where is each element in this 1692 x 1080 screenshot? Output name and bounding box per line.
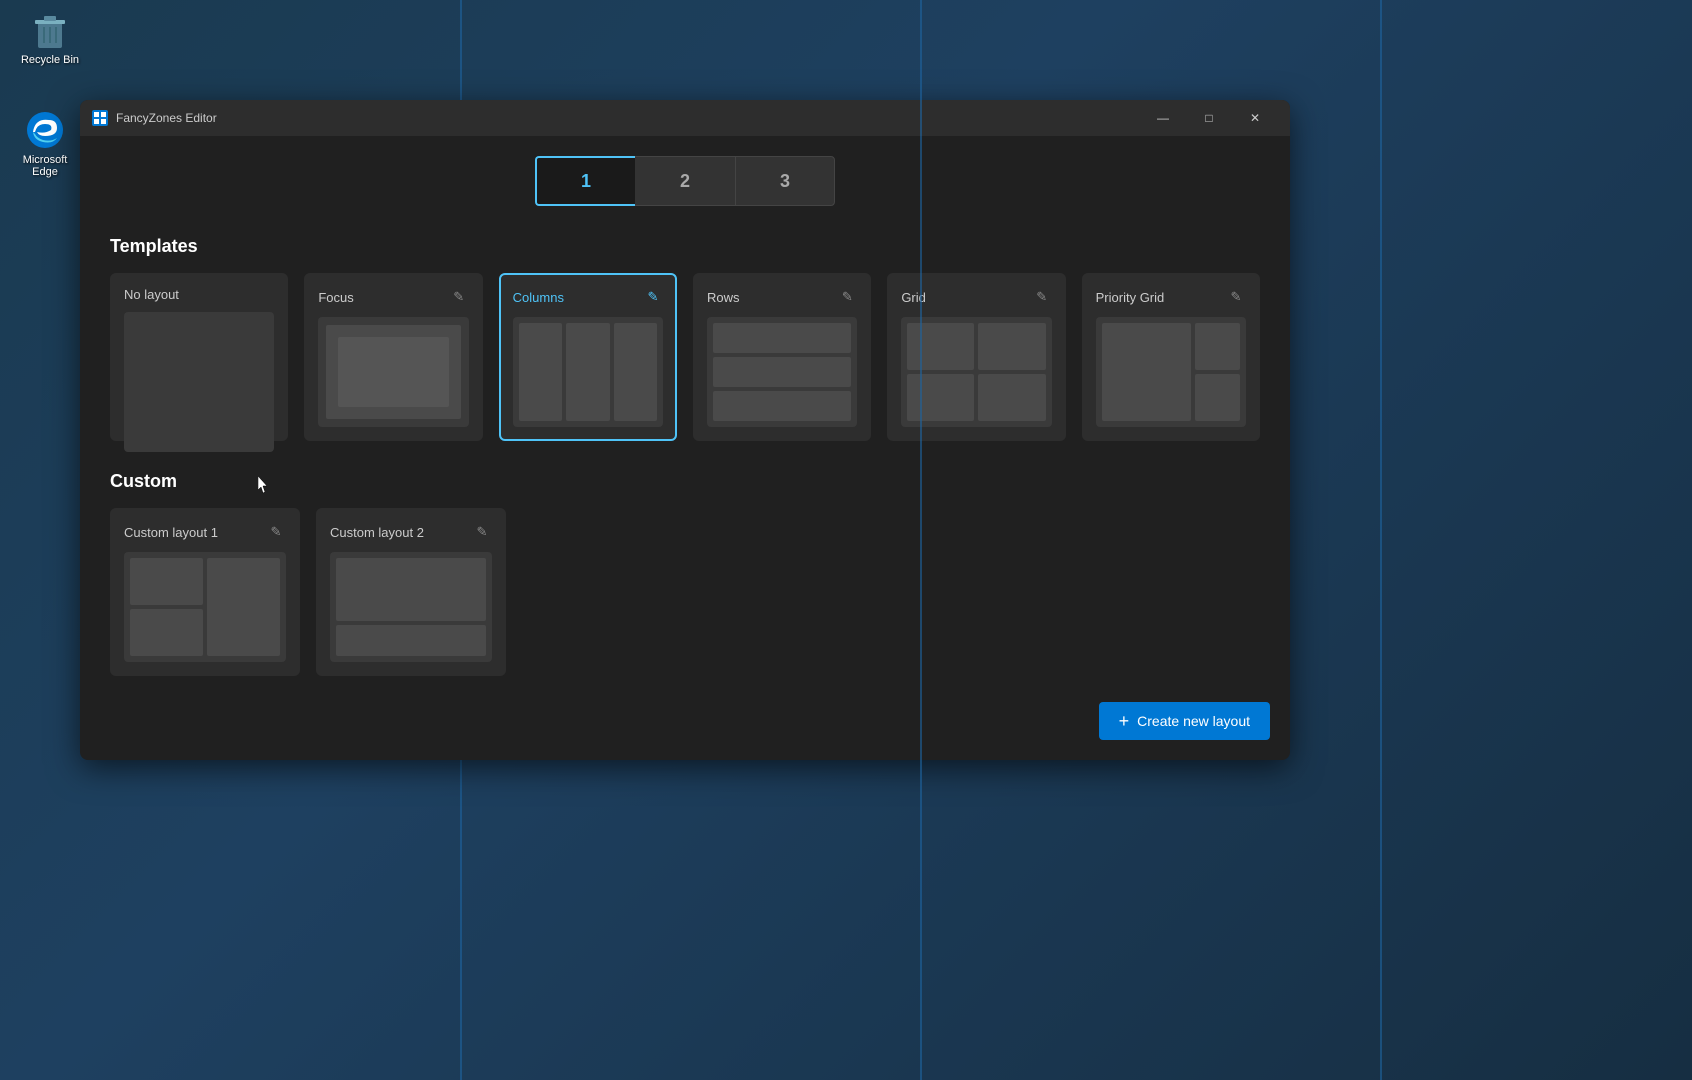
focus-edit-icon[interactable]: ✎	[449, 287, 469, 307]
col-zone-2	[566, 323, 609, 421]
columns-card[interactable]: Columns ✎	[499, 273, 677, 441]
focus-card[interactable]: Focus ✎	[304, 273, 482, 441]
custom2-header: Custom layout 2 ✎	[330, 522, 492, 542]
no-layout-header: No layout	[124, 287, 274, 302]
grid-title: Grid	[901, 290, 926, 305]
edge-label: Microsoft Edge	[23, 154, 68, 178]
templates-grid: No layout Focus ✎	[110, 273, 1260, 441]
focus-header: Focus ✎	[318, 287, 468, 307]
custom1-edit-icon[interactable]: ✎	[266, 522, 286, 542]
columns-visual	[513, 317, 663, 427]
monitor-selector: 1 2 3	[110, 156, 1260, 206]
focus-inner-zone	[338, 337, 448, 407]
restore-button[interactable]: □	[1186, 100, 1232, 136]
recycle-bin-image	[30, 10, 70, 50]
grid-zone-2	[978, 323, 1045, 370]
desktop: Recycle Bin Microsoft Edge FancyZones Ed…	[0, 0, 1692, 1080]
fancyzones-window: FancyZones Editor — □ ✕ 1 2 3	[80, 100, 1290, 760]
desktop-divider	[1380, 0, 1382, 1080]
custom2-title: Custom layout 2	[330, 525, 424, 540]
title-bar: FancyZones Editor — □ ✕	[80, 100, 1290, 136]
col-zone-3	[614, 323, 657, 421]
create-new-layout-button[interactable]: + Create new layout	[1099, 702, 1270, 740]
recycle-bin-icon[interactable]: Recycle Bin	[10, 10, 90, 66]
columns-title: Columns	[513, 290, 564, 305]
custom1-zone-tl	[130, 558, 203, 605]
priority-grid-edit-icon[interactable]: ✎	[1226, 287, 1246, 307]
focus-preview	[318, 317, 468, 427]
custom1-header: Custom layout 1 ✎	[124, 522, 286, 542]
no-layout-card[interactable]: No layout	[110, 273, 288, 441]
focus-visual	[318, 317, 468, 427]
close-button[interactable]: ✕	[1232, 100, 1278, 136]
create-plus-icon: +	[1119, 712, 1130, 730]
edge-image	[25, 110, 65, 150]
row-zone-3	[713, 391, 851, 421]
monitor-1-button[interactable]: 1	[535, 156, 635, 206]
custom-layout-2-card[interactable]: Custom layout 2 ✎	[316, 508, 506, 676]
columns-preview	[513, 317, 663, 427]
custom-layout-1-card[interactable]: Custom layout 1 ✎	[110, 508, 300, 676]
grid-edit-icon[interactable]: ✎	[1032, 287, 1052, 307]
rows-title: Rows	[707, 290, 740, 305]
rows-card[interactable]: Rows ✎	[693, 273, 871, 441]
columns-header: Columns ✎	[513, 287, 663, 307]
custom1-preview	[124, 552, 286, 662]
priority-grid-preview	[1096, 317, 1246, 427]
grid-zone-1	[907, 323, 974, 370]
grid-zone-4	[978, 374, 1045, 421]
custom-grid: Custom layout 1 ✎ Custom layout 2	[110, 508, 1260, 676]
priority-grid-header: Priority Grid ✎	[1096, 287, 1246, 307]
custom-section-title: Custom	[110, 471, 1260, 492]
window-controls: — □ ✕	[1140, 100, 1278, 136]
monitor-3-button[interactable]: 3	[735, 156, 835, 206]
templates-section-title: Templates	[110, 236, 1260, 257]
recycle-bin-label: Recycle Bin	[21, 54, 79, 66]
rows-preview	[707, 317, 857, 427]
priority-side-zone-2	[1195, 374, 1240, 421]
focus-title: Focus	[318, 290, 353, 305]
rows-edit-icon[interactable]: ✎	[837, 287, 857, 307]
create-button-label: Create new layout	[1137, 713, 1250, 729]
main-content: 1 2 3 Templates No layout	[80, 136, 1290, 760]
custom2-zone-bottom	[336, 625, 486, 656]
grid-header: Grid ✎	[901, 287, 1051, 307]
custom1-zone-bl	[130, 609, 203, 656]
grid-zone-3	[907, 374, 974, 421]
custom2-preview	[330, 552, 492, 662]
row-zone-2	[713, 357, 851, 387]
grid-card[interactable]: Grid ✎	[887, 273, 1065, 441]
custom1-visual	[124, 552, 286, 662]
window-title: FancyZones Editor	[116, 111, 1140, 125]
grid-visual	[901, 317, 1051, 427]
custom1-zone-tr	[207, 558, 280, 656]
edge-browser-icon[interactable]: Microsoft Edge	[5, 110, 85, 178]
priority-side-zone-1	[1195, 323, 1240, 370]
custom2-edit-icon[interactable]: ✎	[472, 522, 492, 542]
priority-grid-card[interactable]: Priority Grid ✎	[1082, 273, 1260, 441]
rows-visual	[707, 317, 857, 427]
monitor-2-button[interactable]: 2	[635, 156, 735, 206]
custom1-title: Custom layout 1	[124, 525, 218, 540]
row-zone-1	[713, 323, 851, 353]
col-zone-1	[519, 323, 562, 421]
no-layout-title: No layout	[124, 287, 179, 302]
custom2-zone-top	[336, 558, 486, 621]
custom2-visual	[330, 552, 492, 662]
app-icon	[92, 110, 108, 126]
rows-header: Rows ✎	[707, 287, 857, 307]
priority-grid-visual	[1096, 317, 1246, 427]
priority-grid-title: Priority Grid	[1096, 290, 1165, 305]
columns-edit-icon[interactable]: ✎	[643, 287, 663, 307]
priority-main-zone	[1102, 323, 1192, 421]
no-layout-preview	[124, 312, 274, 452]
minimize-button[interactable]: —	[1140, 100, 1186, 136]
grid-preview	[901, 317, 1051, 427]
